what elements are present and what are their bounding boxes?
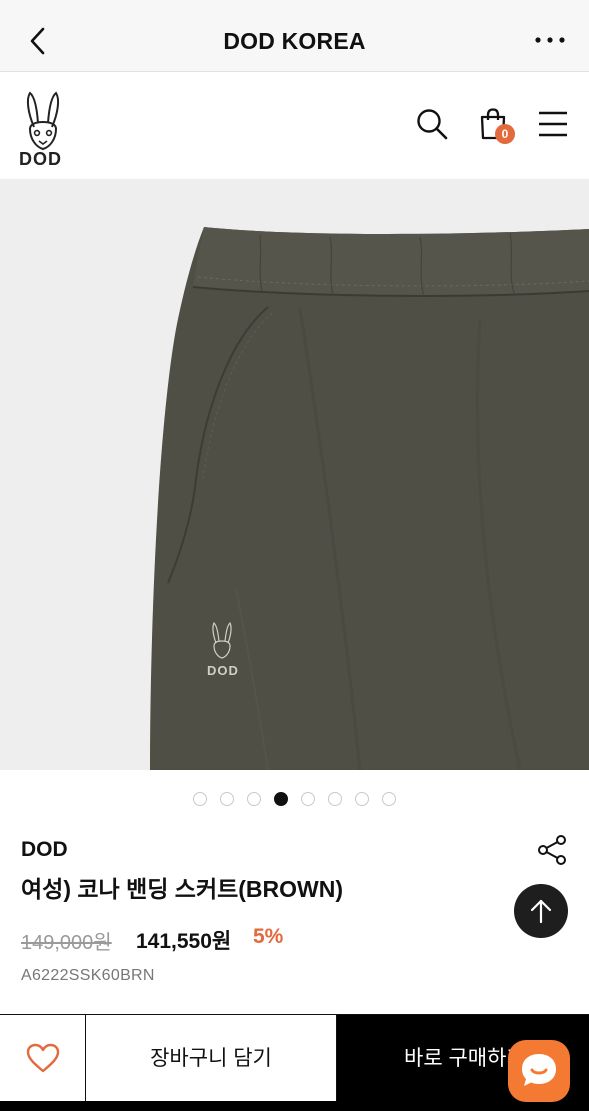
arrow-up-icon bbox=[530, 899, 552, 924]
bottom-strip bbox=[0, 1101, 589, 1111]
pagination-dot[interactable] bbox=[220, 792, 234, 806]
gallery-pagination bbox=[0, 792, 589, 808]
scroll-to-top-button[interactable] bbox=[514, 884, 568, 938]
hamburger-menu-icon[interactable] bbox=[536, 107, 570, 141]
product-image: DOD bbox=[0, 179, 589, 770]
chat-button[interactable] bbox=[508, 1040, 570, 1102]
product-brand[interactable]: DOD bbox=[21, 838, 68, 862]
pagination-dot[interactable] bbox=[193, 792, 207, 806]
top-bar: DOD KOREA bbox=[0, 0, 589, 72]
product-name: 여성) 코나 밴딩 스커트(BROWN) bbox=[21, 876, 344, 902]
search-icon[interactable] bbox=[415, 107, 449, 141]
original-price: 149,000원 bbox=[21, 932, 112, 954]
pagination-dot[interactable] bbox=[328, 792, 342, 806]
pagination-dot[interactable] bbox=[274, 792, 288, 806]
embroidery-text: DOD bbox=[207, 663, 239, 678]
sale-price: 141,550원 bbox=[136, 930, 232, 953]
pagination-dot[interactable] bbox=[247, 792, 261, 806]
pagination-dot[interactable] bbox=[301, 792, 315, 806]
pagination-dot[interactable] bbox=[355, 792, 369, 806]
chat-bubble-icon bbox=[522, 1054, 556, 1086]
logo-text: DOD bbox=[19, 149, 62, 169]
cart-count-badge: 0 bbox=[495, 124, 515, 144]
bottom-action-bar: 장바구니 담기 바로 구매하기 bbox=[0, 1014, 589, 1102]
share-icon[interactable] bbox=[536, 834, 568, 866]
product-sku: A6222SSK60BRN bbox=[21, 967, 155, 984]
more-horizontal-icon[interactable] bbox=[533, 30, 567, 50]
product-image-gallery[interactable]: DOD bbox=[0, 179, 589, 770]
add-to-cart-button[interactable]: 장바구니 담기 bbox=[86, 1015, 337, 1102]
pagination-dot[interactable] bbox=[382, 792, 396, 806]
discount-rate: 5% bbox=[253, 925, 284, 948]
wishlist-button[interactable] bbox=[0, 1015, 86, 1102]
page-title: DOD KOREA bbox=[223, 28, 366, 54]
heart-icon bbox=[26, 1043, 60, 1073]
